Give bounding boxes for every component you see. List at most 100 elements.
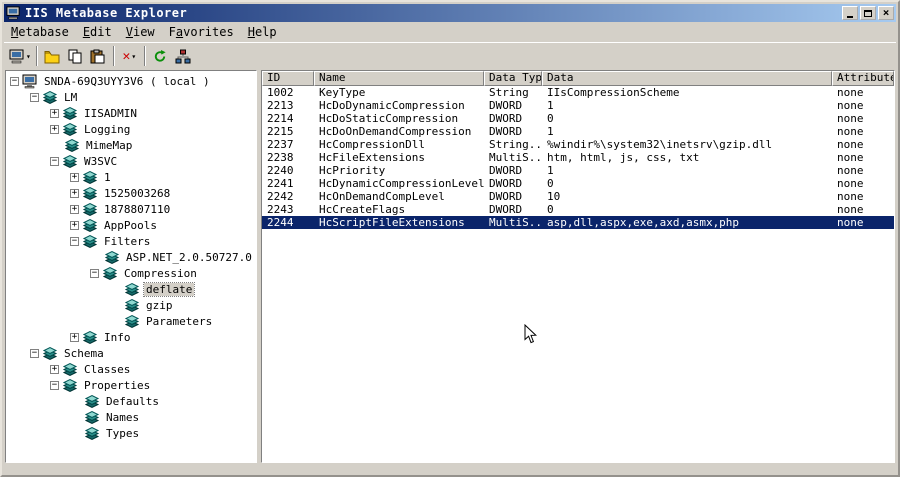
table-cell: 1 [547,125,554,138]
expand-icon[interactable]: + [70,172,79,182]
tree-item[interactable]: + Logging [6,121,256,137]
key-icon [84,394,100,408]
expand-icon[interactable]: + [50,364,59,374]
expand-icon[interactable]: + [50,108,59,118]
table-row[interactable]: 2214 HcDoStaticCompression DWORD 0 none [262,112,894,125]
tree-item[interactable]: − Schema [6,345,256,361]
table-body: 1002 KeyType String IIsCompressionScheme non… [262,86,894,462]
table-row[interactable]: 2237 HcCompressionDll String... %windir%\sy… [262,138,894,151]
toolbar-separator [112,46,115,66]
tree-item[interactable]: + 1 [6,169,256,185]
column-header-name[interactable]: Name [314,71,484,86]
table-row[interactable]: 2241 HcDynamicCompressionLevel DWORD 0 none [262,177,894,190]
tree-item[interactable]: + Info [6,329,256,345]
table-row[interactable]: 2238 HcFileExtensions MultiS... htm, html, … [262,151,894,164]
tree-item[interactable]: gzip [6,297,256,313]
expand-icon[interactable]: + [50,124,59,134]
key-icon [84,426,100,440]
table-row[interactable]: 1002 KeyType String IIsCompressionScheme non… [262,86,894,99]
expand-icon[interactable]: + [70,188,79,198]
table-cell: 10 [547,190,561,203]
collapse-icon[interactable]: − [90,268,99,278]
expand-icon[interactable]: + [70,332,79,342]
menu-label-part: dit [90,24,112,39]
hierarchy-icon [175,49,191,63]
tree-item-label: W3SVC [84,154,118,168]
tree-item[interactable]: Names [6,409,256,425]
menu-bar: Metabase Edit View Favorites Help [4,23,896,41]
table-cell: HcCreateFlags [319,203,406,216]
tree-item[interactable]: Types [6,425,256,441]
table-row[interactable]: 2243 HcCreateFlags DWORD 0 none [262,203,894,216]
collapse-icon[interactable]: − [30,348,39,358]
menu-item-metabase[interactable]: Metabase [4,24,76,41]
tree-item[interactable]: + 1878807110 [6,201,256,217]
table-cell: none [837,86,864,99]
table-cell: none [837,112,864,125]
paste-button[interactable] [87,45,110,67]
tree-item-label: Logging [84,122,131,136]
table-row[interactable]: 2242 HcOnDemandCompLevel DWORD 10 none [262,190,894,203]
menu-item-favorites[interactable]: Favorites [162,24,241,41]
table-cell: HcPriority [319,164,386,177]
key-icon [62,154,78,168]
table-cell: HcDoStaticCompression [319,112,459,125]
collapse-icon[interactable]: − [50,156,59,166]
tree-item[interactable]: − Compression [6,265,256,281]
table-row[interactable]: 2240 HcPriority DWORD 1 none [262,164,894,177]
tree-item-label: Filters [104,234,151,248]
table-row[interactable]: 2213 HcDoDynamicCompression DWORD 1 none [262,99,894,112]
tree-item[interactable]: − Properties [6,377,256,393]
hierarchy-button[interactable] [172,45,195,67]
collapse-icon[interactable]: − [70,236,79,246]
table-row[interactable]: 2215 HcDoOnDemandCompression DWORD 1 none [262,125,894,138]
collapse-icon[interactable]: − [30,92,39,102]
main-content: − SNDA-69Q3UYY3V6 ( local ) − LM + IISADMI… [5,70,895,463]
column-header-data-type[interactable]: Data Type [484,71,542,86]
menu-item-edit[interactable]: Edit [76,24,119,41]
column-header-attributes[interactable]: Attributes [832,71,894,86]
tree-item[interactable]: MimeMap [6,137,256,153]
expand-icon[interactable]: + [70,220,79,230]
copy-icon [68,49,82,63]
table-cell: %windir%\system32\inetsrv\gzip.dll [547,138,773,151]
tree-item[interactable]: + AppPools [6,217,256,233]
column-header-data[interactable]: Data [542,71,832,86]
maximize-button[interactable] [860,6,876,20]
copy-button[interactable] [64,45,87,67]
collapse-icon[interactable]: − [50,380,59,390]
tree-item[interactable]: deflate [6,281,256,297]
minimize-button[interactable] [842,6,858,20]
chevron-down-icon: ▾ [131,51,137,61]
tree-item[interactable]: Parameters [6,313,256,329]
tree-item[interactable]: + 1525003268 [6,185,256,201]
expand-icon[interactable]: + [70,204,79,214]
table-row[interactable]: 2244 HcScriptFileExtensions MultiS... asp,d… [262,216,894,229]
connect-button[interactable]: ▾ [7,45,33,67]
table-cell: none [837,216,864,229]
collapse-icon[interactable]: − [10,76,19,86]
tree-item-label: Names [106,410,140,424]
tree-item[interactable]: − Filters [6,233,256,249]
tree-item[interactable]: + IISADMIN [6,105,256,121]
tree-item-label: Parameters [146,314,213,328]
column-header-id[interactable]: ID [262,71,314,86]
tree-item[interactable]: + Classes [6,361,256,377]
tree-item[interactable]: − W3SVC [6,153,256,169]
tree-item[interactable]: − LM [6,89,256,105]
menu-item-view[interactable]: View [119,24,162,41]
tree-item-label: Classes [84,362,131,376]
tree-item[interactable]: ASP.NET_2.0.50727.0 [6,249,256,265]
tree-item[interactable]: Defaults [6,393,256,409]
menu-label-part: F [168,24,176,39]
open-folder-button[interactable] [41,45,64,67]
tree-item[interactable]: − SNDA-69Q3UYY3V6 ( local ) [6,73,256,89]
app-icon [6,6,22,21]
table-cell: none [837,177,864,190]
key-icon [82,202,98,216]
table-cell: String... [489,138,542,151]
menu-item-help[interactable]: Help [241,24,284,41]
refresh-button[interactable] [149,45,172,67]
close-button[interactable]: × [878,6,894,20]
delete-button[interactable]: ✕ ▾ [118,45,141,67]
